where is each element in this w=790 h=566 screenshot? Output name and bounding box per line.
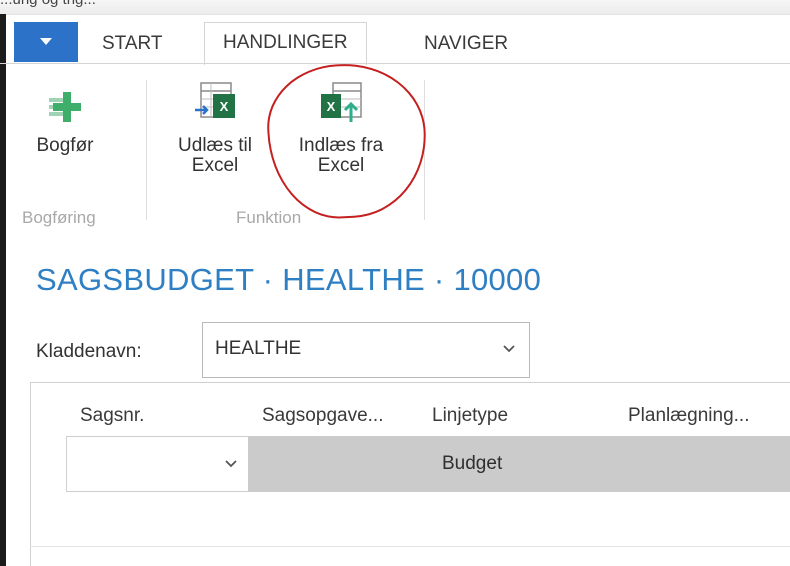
- svg-text:X: X: [220, 99, 229, 114]
- annotation-circle: [264, 59, 430, 223]
- post-button[interactable]: Bogfør: [22, 88, 108, 156]
- journal-name-value: HEALTHE: [215, 338, 302, 359]
- table-row[interactable]: Budget: [66, 436, 790, 492]
- tab-naviger[interactable]: NAVIGER: [410, 26, 522, 62]
- cropped-top-text: ...ung og trig...: [0, 0, 96, 8]
- app-menu-button[interactable]: [14, 22, 78, 62]
- journal-name-label: Kladdenavn:: [36, 341, 142, 362]
- line-type-value: Budget: [442, 453, 503, 474]
- grid-top-border: [30, 382, 790, 383]
- column-header-sagsopgave[interactable]: Sagsopgave...: [262, 405, 383, 427]
- caret-down-icon: [40, 38, 52, 45]
- window-top-strip: ...ung og trig...: [0, 0, 790, 15]
- column-header-sagsnr[interactable]: Sagsnr.: [80, 405, 144, 427]
- page-title: SAGSBUDGET · HEALTHE · 10000: [36, 262, 542, 297]
- group-label-funktion: Funktion: [236, 208, 302, 227]
- export-label-line1: Udlæs til: [178, 135, 252, 156]
- grid-row-divider: [30, 546, 790, 547]
- post-plus-icon: [49, 92, 81, 122]
- post-button-label: Bogfør: [36, 135, 94, 156]
- export-excel-icon: X: [195, 82, 235, 118]
- column-header-linjetype[interactable]: Linjetype: [432, 405, 508, 427]
- tab-start[interactable]: START: [88, 26, 177, 62]
- export-label-line2: Excel: [191, 155, 239, 176]
- ribbon-tab-bar: START HANDLINGER NAVIGER: [6, 22, 790, 65]
- column-header-planlaegning[interactable]: Planlægning...: [628, 405, 749, 427]
- job-no-cell[interactable]: [66, 436, 248, 492]
- chevron-down-icon[interactable]: [225, 460, 237, 468]
- tab-handlinger[interactable]: HANDLINGER: [204, 22, 367, 65]
- ribbon-group-separator: [146, 80, 147, 220]
- journal-name-select[interactable]: HEALTHE: [202, 322, 530, 378]
- export-to-excel-button[interactable]: X Udlæs til Excel: [160, 80, 270, 176]
- chevron-down-icon: [503, 345, 515, 353]
- tab-divider: [0, 63, 790, 64]
- line-type-cell[interactable]: Budget: [248, 436, 790, 492]
- group-label-bogforing: Bogføring: [22, 208, 96, 227]
- window-left-border: [0, 14, 6, 566]
